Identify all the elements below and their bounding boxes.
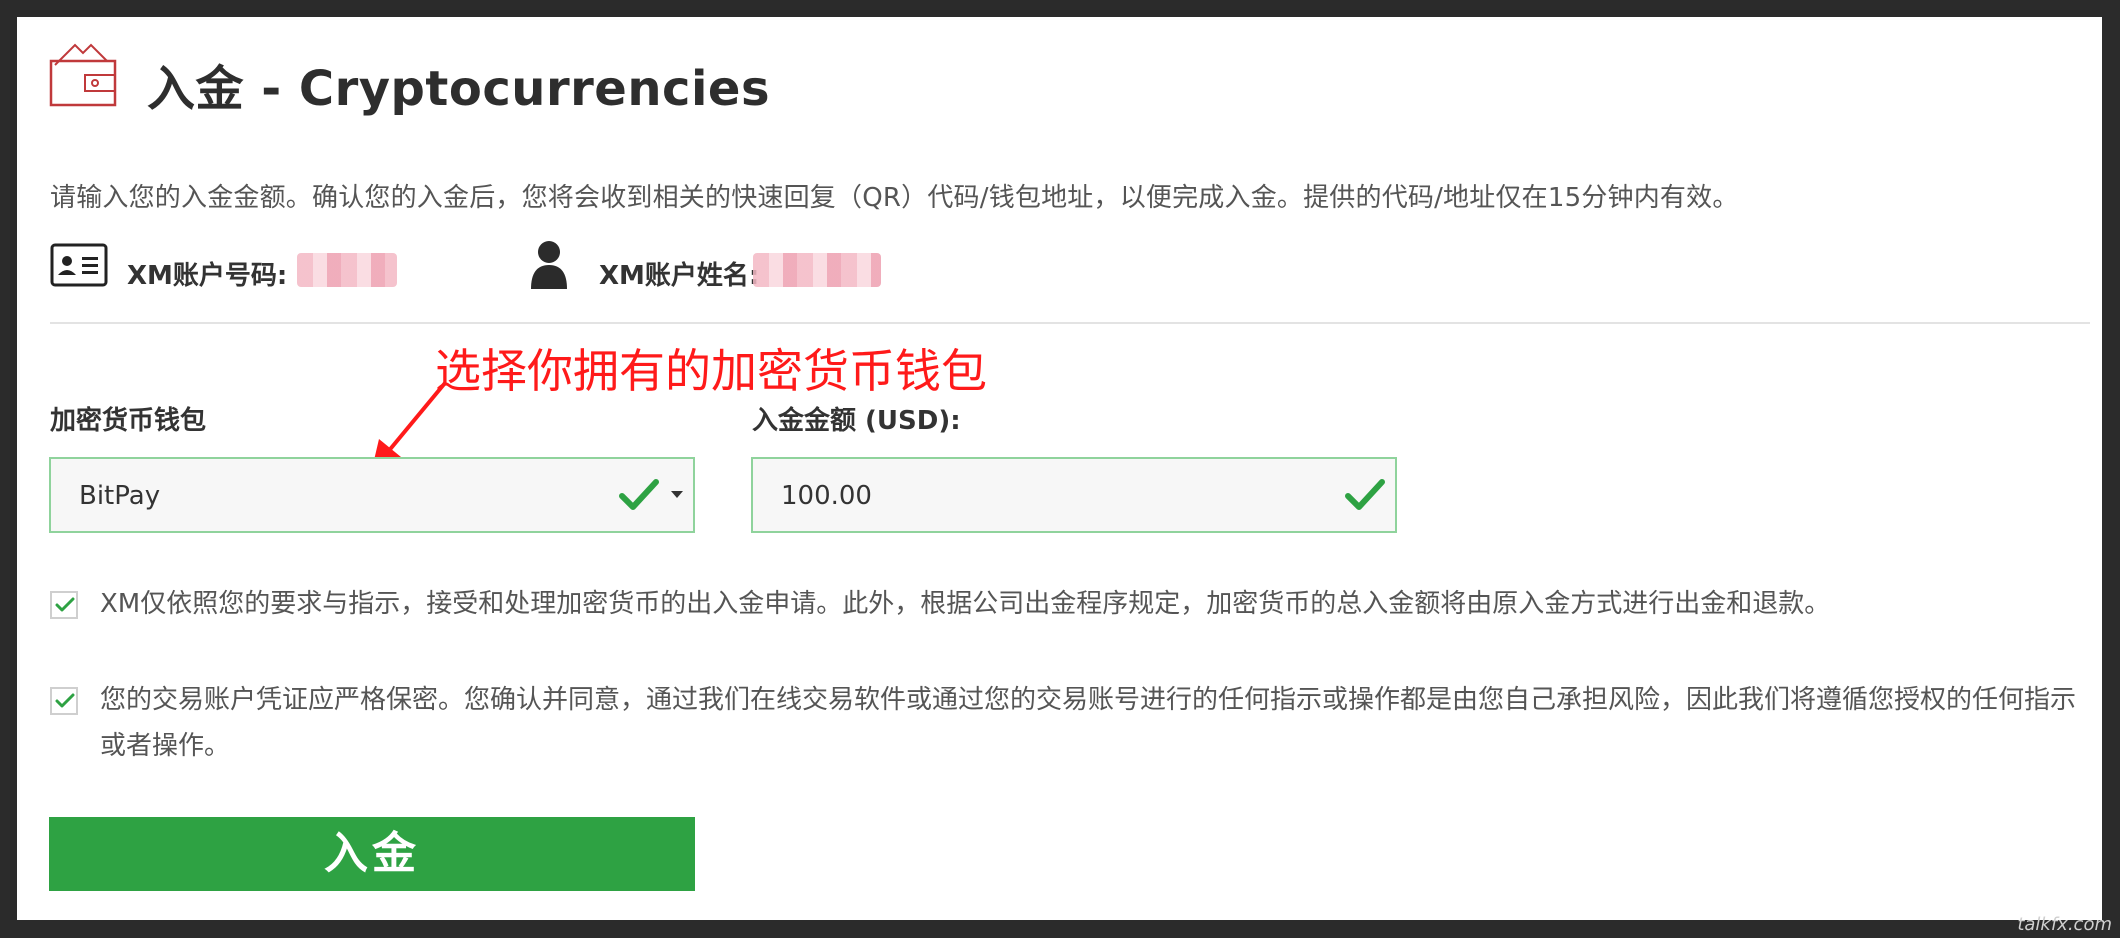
- amount-input[interactable]: 100.00: [751, 457, 1397, 533]
- amount-label: 入金金额 (USD):: [752, 406, 961, 436]
- wallet-icon: [49, 43, 117, 107]
- chevron-down-icon[interactable]: [671, 491, 683, 498]
- watermark: talkfx.com: [2017, 914, 2112, 935]
- terms-text-2: 您的交易账户凭证应严格保密。您确认并同意，通过我们在线交易软件或通过您的交易账号…: [100, 685, 2077, 761]
- user-icon: [531, 241, 567, 289]
- redacted-account-number: [297, 253, 397, 287]
- page-title: 入金 - Cryptocurrencies: [147, 61, 771, 117]
- intro-text: 请输入您的入金金额。确认您的入金后，您将会收到相关的快速回复（QR）代码/钱包地…: [50, 183, 1739, 213]
- wallet-select[interactable]: BitPay: [49, 457, 695, 533]
- check-icon: [619, 479, 659, 510]
- check-icon: [55, 597, 75, 612]
- divider: [50, 322, 2090, 324]
- deposit-button[interactable]: 入金: [49, 817, 695, 891]
- terms-checkbox-2[interactable]: [50, 687, 78, 715]
- amount-input-value: 100.00: [781, 481, 872, 511]
- id-card-icon: [50, 243, 108, 287]
- redacted-account-name: [753, 253, 881, 287]
- check-icon: [55, 693, 75, 708]
- account-number-label: XM账户号码:: [127, 261, 288, 291]
- wallet-select-value: BitPay: [79, 481, 161, 511]
- terms-checkbox-1[interactable]: [50, 591, 78, 619]
- annotation-text: 选择你拥有的加密货币钱包: [435, 344, 987, 398]
- account-name-label: XM账户姓名:: [599, 261, 760, 291]
- terms-text-1: XM仅依照您的要求与指示，接受和处理加密货币的出入金申请。此外，根据公司出金程序…: [100, 589, 1831, 619]
- wallet-label: 加密货币钱包: [50, 406, 207, 436]
- deposit-panel: 入金 - Cryptocurrencies 请输入您的入金金额。确认您的入金后，…: [17, 17, 2102, 920]
- check-icon: [1345, 479, 1385, 510]
